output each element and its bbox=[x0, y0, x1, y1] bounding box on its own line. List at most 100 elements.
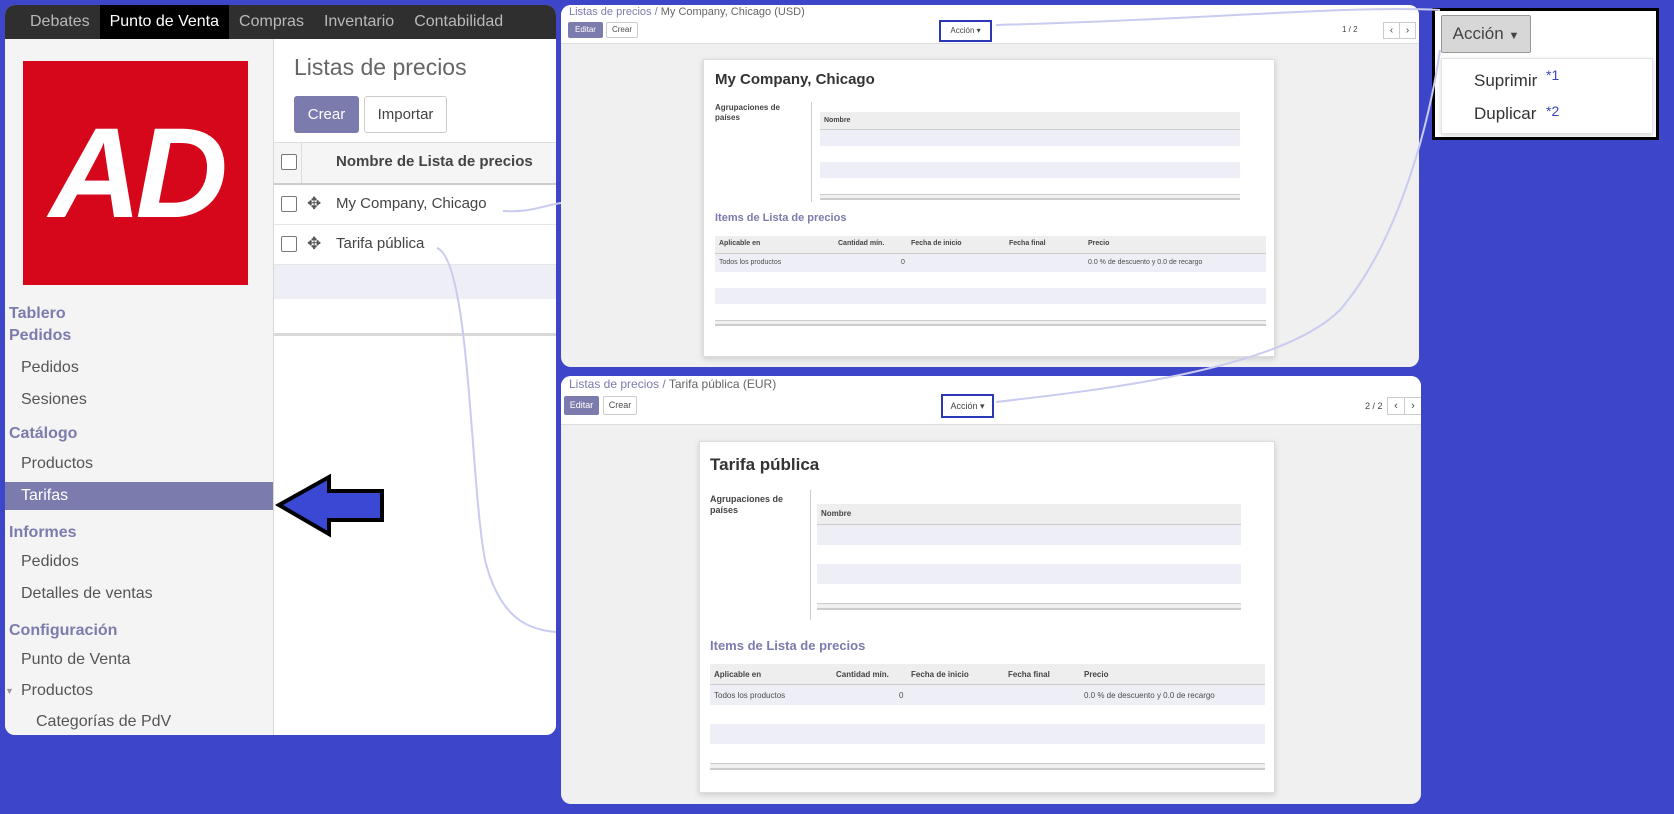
empty-row bbox=[820, 178, 1240, 194]
column-header-min-qty: Cantidad mín. bbox=[836, 670, 889, 679]
form-sheet: Tarifa pública Agrupaciones de países No… bbox=[699, 441, 1275, 793]
chevron-right-icon[interactable]: › bbox=[1399, 22, 1416, 39]
sidebar-item-informes-pedidos[interactable]: Pedidos bbox=[5, 548, 273, 576]
column-header-name[interactable]: Nombre de Lista de precios bbox=[336, 153, 533, 170]
column-header-start-date: Fecha de inicio bbox=[911, 240, 962, 247]
cell-applied: Todos los productos bbox=[714, 691, 786, 700]
cell-price: 0.0 % de descuento y 0.0 de recargo bbox=[1084, 691, 1215, 700]
breadcrumb-current: Tarifa pública (EUR) bbox=[668, 377, 777, 391]
action-menu-zoom: Acción ▼ Suprimir *1 Duplicar *2 bbox=[1432, 8, 1659, 140]
empty-row bbox=[710, 705, 1265, 724]
create-button[interactable]: Crear bbox=[606, 22, 638, 38]
row-name[interactable]: My Company, Chicago bbox=[336, 195, 487, 212]
sidebar-item-productos[interactable]: Productos bbox=[5, 450, 273, 478]
column-header-price: Precio bbox=[1084, 670, 1109, 679]
empty-row bbox=[710, 724, 1265, 744]
column-header-start-date: Fecha de inicio bbox=[911, 670, 969, 679]
top-navbar: Debates Punto de Venta Compras Inventari… bbox=[5, 5, 556, 39]
table-row[interactable]: ✥ Tarifa pública bbox=[274, 225, 556, 265]
sidebar-item-pedidos[interactable]: Pedidos bbox=[5, 354, 273, 382]
select-all-checkbox[interactable] bbox=[281, 154, 297, 170]
pager-value[interactable]: 1 / 2 bbox=[1342, 25, 1358, 34]
field-divider bbox=[811, 102, 812, 202]
sidebar: AD Tablero Pedidos Pedidos Sesiones Catá… bbox=[5, 39, 274, 735]
sidebar-item-tarifas[interactable]: Tarifas bbox=[5, 482, 273, 510]
empty-row bbox=[715, 288, 1266, 304]
table-row[interactable]: Todos los productos 0 0.0 % de descuento… bbox=[710, 685, 1265, 705]
breadcrumb: Listas de precios / Tarifa pública (EUR) bbox=[569, 377, 776, 391]
pricelist-items-heading: Items de Lista de precios bbox=[715, 212, 847, 224]
edit-button[interactable]: Editar bbox=[564, 396, 599, 415]
sidebar-item-detalles-ventas[interactable]: Detalles de ventas bbox=[5, 580, 273, 608]
form-sheet: My Company, Chicago Agrupaciones de país… bbox=[703, 59, 1275, 357]
form-title: Tarifa pública bbox=[710, 455, 820, 474]
sidebar-item-config-productos[interactable]: ▼ Productos bbox=[5, 677, 273, 705]
list-main: Listas de precios Crear Importar Nombre … bbox=[274, 39, 556, 735]
country-groups-label: Agrupaciones de países bbox=[710, 494, 784, 516]
sidebar-item-tablero[interactable]: Tablero bbox=[9, 305, 66, 323]
action-dropdown[interactable]: Acción ▾ bbox=[939, 20, 992, 42]
breadcrumb-link[interactable]: Listas de precios / bbox=[569, 377, 666, 391]
country-groups-table: Nombre bbox=[817, 504, 1241, 610]
drag-handle-icon[interactable]: ✥ bbox=[307, 234, 321, 254]
chevron-left-icon[interactable]: ‹ bbox=[1383, 22, 1400, 39]
items-header-row: Aplicable en Cantidad mín. Fecha de inic… bbox=[715, 236, 1266, 254]
sidebar-item-categorias-pdv[interactable]: Categorías de PdV bbox=[5, 708, 273, 735]
action-dropdown[interactable]: Acción ▾ bbox=[941, 394, 994, 418]
table-row[interactable]: ✥ My Company, Chicago bbox=[274, 185, 556, 225]
control-panel: Listas de precios / My Company, Chicago … bbox=[561, 5, 1419, 44]
empty-row bbox=[710, 744, 1265, 763]
breadcrumb-link[interactable]: Listas de precios / bbox=[569, 6, 658, 18]
breadcrumb-current: My Company, Chicago (USD) bbox=[660, 6, 805, 18]
pricelist-table: Nombre de Lista de precios ✥ My Company,… bbox=[274, 142, 556, 336]
sidebar-heading-configuracion: Configuración bbox=[9, 622, 118, 639]
row-name[interactable]: Tarifa pública bbox=[336, 235, 424, 252]
nav-compras[interactable]: Compras bbox=[229, 5, 314, 39]
column-header-applied: Aplicable en bbox=[714, 670, 762, 679]
empty-row bbox=[274, 265, 556, 299]
create-button[interactable]: Crear bbox=[294, 96, 359, 133]
nav-debates[interactable]: Debates bbox=[20, 5, 100, 39]
nav-contabilidad[interactable]: Contabilidad bbox=[404, 5, 513, 39]
pricelist-form-chicago: Listas de precios / My Company, Chicago … bbox=[561, 5, 1419, 367]
create-button[interactable]: Crear bbox=[603, 396, 637, 415]
pricelist-items-table: Aplicable en Cantidad mín. Fecha de inic… bbox=[715, 236, 1266, 326]
import-button[interactable]: Importar bbox=[364, 96, 447, 133]
drag-handle-icon[interactable]: ✥ bbox=[307, 194, 321, 214]
table-row[interactable]: Todos los productos 0 0.0 % de descuento… bbox=[715, 254, 1266, 272]
sidebar-heading-catalogo: Catálogo bbox=[9, 425, 78, 442]
chevron-left-icon[interactable]: ‹ bbox=[1387, 397, 1405, 415]
empty-row bbox=[274, 299, 556, 336]
empty-row bbox=[820, 130, 1240, 146]
annotation-mark-1: *1 bbox=[1546, 67, 1560, 83]
edit-button[interactable]: Editar bbox=[568, 22, 603, 38]
column-header-end-date: Fecha final bbox=[1008, 670, 1050, 679]
page-title: Listas de precios bbox=[294, 54, 467, 80]
empty-row bbox=[820, 146, 1240, 162]
action-button[interactable]: Acción ▼ bbox=[1441, 15, 1531, 53]
nav-inventario[interactable]: Inventario bbox=[314, 5, 404, 39]
company-logo: AD bbox=[23, 61, 248, 285]
menu-item-suprimir[interactable]: Suprimir bbox=[1474, 71, 1537, 91]
row-checkbox[interactable] bbox=[281, 196, 297, 212]
pager-value[interactable]: 2 / 2 bbox=[1365, 401, 1383, 411]
caret-down-icon: ▼ bbox=[1508, 30, 1520, 42]
items-header-row: Aplicable en Cantidad mín. Fecha de inic… bbox=[710, 664, 1265, 685]
pricelist-items-table: Aplicable en Cantidad mín. Fecha de inic… bbox=[710, 664, 1265, 770]
empty-row bbox=[817, 525, 1241, 545]
empty-row bbox=[715, 272, 1266, 288]
empty-row bbox=[820, 162, 1240, 178]
sidebar-item-punto-de-venta[interactable]: Punto de Venta bbox=[5, 646, 273, 674]
cell-applied: Todos los productos bbox=[719, 259, 782, 266]
empty-row bbox=[715, 304, 1266, 320]
cell-min-qty: 0 bbox=[899, 691, 904, 700]
menu-item-duplicar[interactable]: Duplicar bbox=[1474, 104, 1536, 124]
sidebar-heading-informes: Informes bbox=[9, 524, 77, 541]
control-panel: Listas de precios / Tarifa pública (EUR)… bbox=[561, 376, 1421, 425]
empty-row bbox=[817, 564, 1241, 584]
row-checkbox[interactable] bbox=[281, 236, 297, 252]
chevron-right-icon[interactable]: › bbox=[1404, 397, 1421, 415]
pricelist-form-tarifa: Listas de precios / Tarifa pública (EUR)… bbox=[561, 376, 1421, 804]
sidebar-item-sesiones[interactable]: Sesiones bbox=[5, 386, 273, 414]
nav-punto-de-venta[interactable]: Punto de Venta bbox=[99, 5, 230, 39]
